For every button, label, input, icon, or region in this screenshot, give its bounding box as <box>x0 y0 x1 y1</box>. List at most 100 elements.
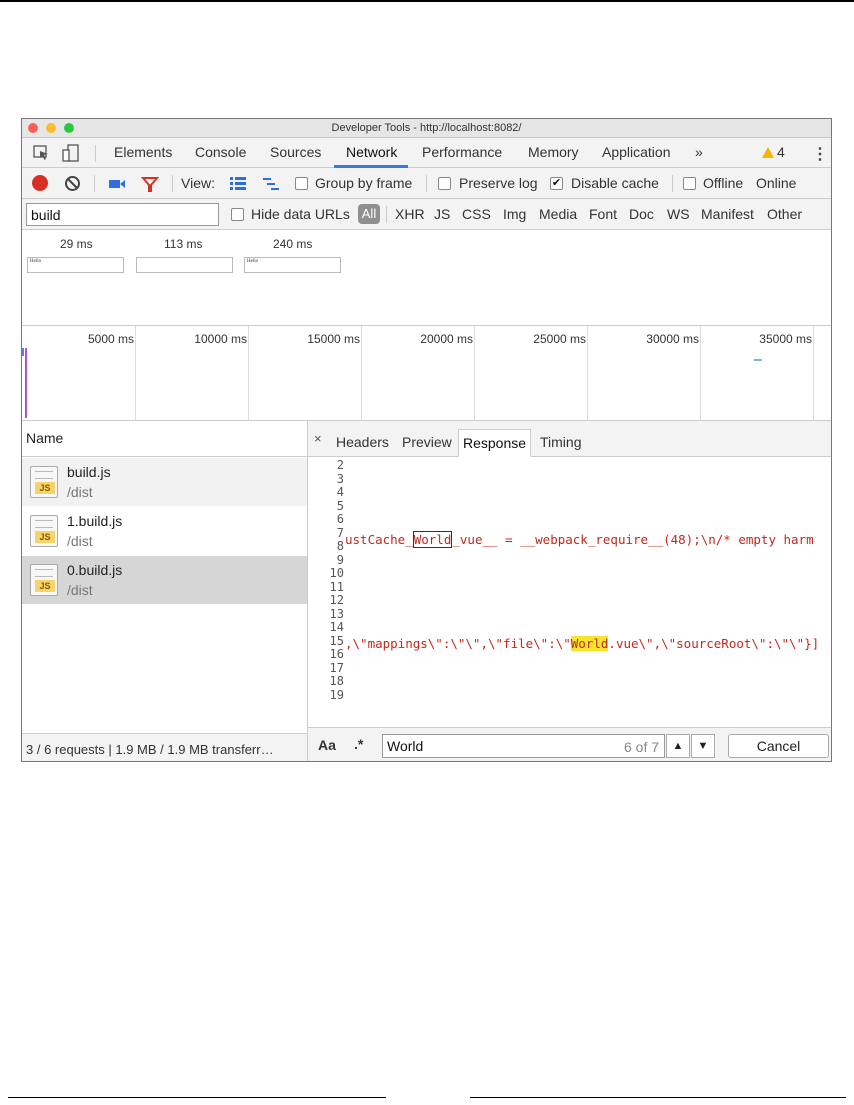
request-row-selected[interactable]: JS 0.build.js /dist <box>22 556 307 604</box>
timeline-gridline <box>813 326 814 421</box>
filter-input[interactable] <box>26 203 219 226</box>
filter-doc-button[interactable]: Doc <box>629 206 654 222</box>
line-numbers: 2 3 4 5 6 7 8 9 10 11 12 13 14 15 16 17 … <box>308 458 344 702</box>
timeline-marker <box>22 348 24 356</box>
tab-preview[interactable]: Preview <box>402 434 452 450</box>
network-toolbar: View: Group by frame Preserve log ✔ Disa… <box>22 168 831 199</box>
code-text: ustCache_ <box>345 532 413 547</box>
group-by-frame-label: Group by frame <box>315 175 413 191</box>
next-match-button[interactable]: ▼ <box>691 734 715 758</box>
close-icon[interactable]: × <box>314 431 322 446</box>
window-title: Developer Tools - http://localhost:8082/ <box>331 122 522 134</box>
more-options-icon[interactable]: ⋮ <box>812 144 828 164</box>
preserve-log-checkbox[interactable] <box>438 177 451 190</box>
line-number: 8 <box>336 539 344 553</box>
capture-screenshots-icon[interactable] <box>108 175 126 193</box>
line-number: 17 <box>329 660 344 675</box>
tab-elements[interactable]: Elements <box>114 144 172 160</box>
disable-cache-checkbox[interactable]: ✔ <box>550 177 563 190</box>
tab-response[interactable]: Response <box>458 429 532 457</box>
filter-font-button[interactable]: Font <box>589 206 617 222</box>
line-number: 2 <box>336 458 344 472</box>
timeline-tick-label: 5000 ms <box>87 332 134 346</box>
requests-summary: 3 / 6 requests | 1.9 MB / 1.9 MB transfe… <box>22 733 307 761</box>
detail-tabs: × Headers Preview Response Timing <box>308 421 831 457</box>
cancel-search-button[interactable]: Cancel <box>728 734 829 758</box>
code-text: ,\"mappings\":\"\",\"file\":\" <box>345 636 571 651</box>
tab-headers[interactable]: Headers <box>336 434 389 450</box>
tab-application[interactable]: Application <box>602 144 671 160</box>
timeline-request-bar <box>754 359 762 361</box>
filmstrip-frame[interactable]: Hello <box>27 257 124 273</box>
timeline-tick-label: 30000 ms <box>646 332 699 346</box>
chevron-down-icon: ▼ <box>697 740 709 752</box>
clear-icon[interactable] <box>64 175 81 192</box>
page-top-rule <box>0 0 854 2</box>
tab-sources[interactable]: Sources <box>270 144 321 160</box>
filter-media-button[interactable]: Media <box>539 206 577 222</box>
inspect-element-icon[interactable] <box>32 144 50 162</box>
request-name: 0.build.js <box>67 562 123 578</box>
warnings-counter[interactable]: 4 <box>762 144 785 160</box>
js-badge: JS <box>35 580 55 592</box>
request-detail-pane: × Headers Preview Response Timing 2 3 4 … <box>308 421 831 761</box>
device-toolbar-icon[interactable] <box>62 144 80 162</box>
hide-data-urls-checkbox[interactable] <box>231 208 244 221</box>
screenshot-filmstrip: 29 ms Hello 113 ms 240 ms Hello <box>22 230 831 326</box>
regex-button[interactable]: .* <box>354 736 363 752</box>
line-number: 14 <box>329 620 344 634</box>
code-text: .vue\",\"sourceRoot\":\"\"}] <box>608 636 820 651</box>
response-viewer[interactable]: 2 3 4 5 6 7 8 9 10 11 12 13 14 15 16 17 … <box>308 457 831 727</box>
tab-timing[interactable]: Timing <box>540 434 582 450</box>
overview-waterfall-icon[interactable] <box>262 175 280 193</box>
request-name: build.js <box>67 464 111 480</box>
tab-memory[interactable]: Memory <box>528 144 579 160</box>
overview-timeline[interactable]: 5000 ms 10000 ms 15000 ms 20000 ms 25000… <box>22 326 831 421</box>
filter-icon[interactable] <box>141 175 159 193</box>
filter-css-button[interactable]: CSS <box>462 206 491 222</box>
search-input[interactable] <box>382 734 665 758</box>
throttling-select[interactable]: Online <box>756 175 796 191</box>
tab-console[interactable]: Console <box>195 144 246 160</box>
tab-network[interactable]: Network <box>346 144 397 160</box>
more-tabs-button[interactable]: » <box>695 144 703 160</box>
filter-all-button[interactable]: All <box>358 204 380 224</box>
filter-manifest-button[interactable]: Manifest <box>701 206 754 222</box>
view-label: View: <box>181 175 215 191</box>
large-rows-icon[interactable] <box>229 175 247 193</box>
tab-performance[interactable]: Performance <box>422 144 502 160</box>
frame-time: 240 ms <box>273 237 313 251</box>
request-row[interactable]: JS 1.build.js /dist <box>22 507 307 555</box>
line-number: 10 <box>329 566 344 580</box>
filmstrip-frame[interactable] <box>136 257 233 273</box>
timeline-gridline <box>135 326 136 421</box>
timeline-tick-label: 15000 ms <box>307 332 360 346</box>
request-row[interactable]: JS build.js /dist <box>22 458 307 506</box>
code-line-7: ustCache_World_vue__ = __webpack_require… <box>345 531 814 548</box>
filmstrip-frame[interactable]: Hello <box>244 257 341 273</box>
record-button[interactable] <box>32 175 48 191</box>
match-case-button[interactable]: Aa <box>318 737 336 753</box>
page-bottom-rule <box>8 1097 386 1098</box>
filter-img-button[interactable]: Img <box>503 206 526 222</box>
filter-ws-button[interactable]: WS <box>667 206 690 222</box>
filter-other-button[interactable]: Other <box>767 206 802 222</box>
timeline-tick-label: 20000 ms <box>420 332 473 346</box>
search-bar: Aa .* 6 of 7 ▲ ▼ Cancel <box>308 727 831 761</box>
line-number: 12 <box>329 593 344 607</box>
group-by-frame-checkbox[interactable] <box>295 177 308 190</box>
request-path: /dist <box>67 533 93 549</box>
request-path: /dist <box>67 484 93 500</box>
line-number: 13 <box>329 606 344 621</box>
previous-match-button[interactable]: ▲ <box>666 734 690 758</box>
name-column-header[interactable]: Name <box>22 421 307 457</box>
offline-checkbox[interactable] <box>683 177 696 190</box>
line-number: 15 <box>329 633 344 648</box>
devtools-window: Developer Tools - http://localhost:8082/… <box>21 118 832 762</box>
line-number: 5 <box>336 498 344 513</box>
timeline-tick-label: 35000 ms <box>759 332 812 346</box>
filter-xhr-button[interactable]: XHR <box>395 206 425 222</box>
js-file-icon: JS <box>30 515 58 547</box>
filter-js-button[interactable]: JS <box>434 206 450 222</box>
toolbar-divider <box>426 175 427 192</box>
